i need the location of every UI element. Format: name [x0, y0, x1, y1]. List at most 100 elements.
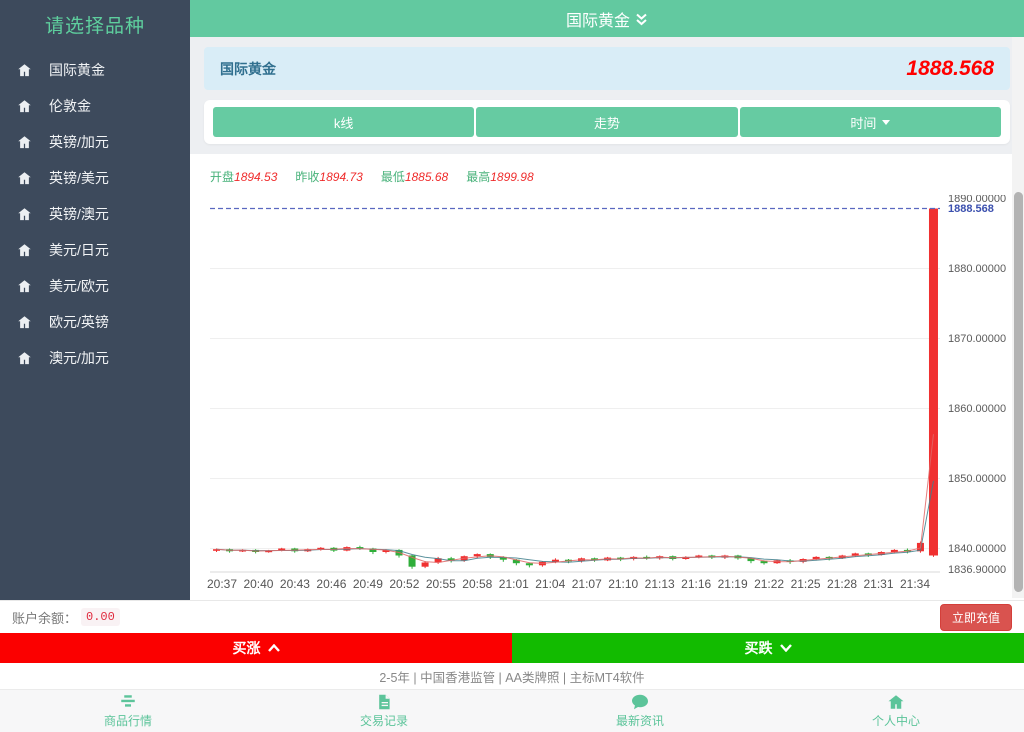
ohlc-row: 开盘1894.53 昨收1894.73 最低1885.68 最高1899.98	[190, 154, 1024, 185]
sidebar: 请选择品种 国际黄金 伦敦金 英镑/加元 英镑/美元 英镑/澳元	[0, 0, 190, 600]
y-axis-label: 1836.90000	[948, 564, 1006, 573]
nav-label: 交易记录	[360, 712, 408, 729]
buy-up-button[interactable]: 买涨	[0, 633, 512, 663]
sidebar-item-label: 美元/欧元	[49, 276, 109, 296]
x-axis-label: 21:13	[645, 577, 675, 591]
x-axis-label: 21:25	[791, 577, 821, 591]
chart-tabs: k线 走势 时间	[204, 100, 1010, 144]
x-axis-label: 20:52	[389, 577, 419, 591]
home-icon	[17, 135, 32, 150]
nav-item-news[interactable]: 最新资讯	[512, 690, 768, 732]
account-balance: 账户余额： 0.00	[12, 608, 120, 627]
chat-bubble-icon	[631, 694, 649, 710]
candle	[929, 209, 938, 556]
ohlc-open: 开盘1894.53	[210, 168, 277, 185]
ohlc-low: 最低1885.68	[381, 168, 448, 185]
nav-label: 个人中心	[872, 712, 920, 729]
candle	[526, 563, 533, 565]
tab-label: 时间	[850, 113, 876, 132]
tab-time-dropdown[interactable]: 时间	[740, 107, 1001, 137]
chart-plot	[210, 195, 940, 573]
sidebar-item-eurgbp[interactable]: 欧元/英镑	[0, 304, 190, 340]
x-axis-label: 20:40	[243, 577, 273, 591]
x-axis-label: 20:49	[353, 577, 383, 591]
ohlc-high: 最高1899.98	[466, 168, 533, 185]
y-axis-label: 1860.00000	[948, 403, 1006, 415]
nav-label: 最新资讯	[616, 712, 664, 729]
chevron-down-icon	[780, 644, 792, 652]
home-icon	[17, 63, 32, 78]
candle	[422, 563, 429, 567]
home-icon	[17, 243, 32, 258]
home-icon	[887, 694, 905, 710]
market-bars-icon	[119, 694, 137, 710]
buy-down-label: 买跌	[745, 638, 773, 658]
chevron-up-icon	[268, 644, 280, 652]
home-icon	[17, 171, 32, 186]
home-icon	[17, 207, 32, 222]
sidebar-item-gold-intl[interactable]: 国际黄金	[0, 52, 190, 88]
balance-value: 0.00	[81, 608, 120, 626]
sidebar-item-label: 英镑/加元	[49, 132, 109, 152]
sidebar-item-label: 英镑/美元	[49, 168, 109, 188]
quote-price: 1888.568	[906, 57, 994, 81]
sidebar-item-audcad[interactable]: 澳元/加元	[0, 340, 190, 376]
chevron-double-down-icon	[635, 12, 648, 26]
sidebar-item-label: 澳元/加元	[49, 348, 109, 368]
x-axis-label: 21:34	[900, 577, 930, 591]
y-axis-label: 1840.00000	[948, 543, 1006, 555]
sidebar-item-usdeur[interactable]: 美元/欧元	[0, 268, 190, 304]
sidebar-item-label: 美元/日元	[49, 240, 109, 260]
x-axis-label: 20:37	[207, 577, 237, 591]
main-content: 国际黄金 1888.568 k线 走势 时间 开盘1894.53 昨收1894.…	[190, 37, 1024, 600]
home-icon	[17, 279, 32, 294]
sidebar-item-label: 英镑/澳元	[49, 204, 109, 224]
home-icon	[17, 99, 32, 114]
top-header: 国际黄金	[190, 0, 1024, 37]
balance-row: 账户余额： 0.00 立即充值	[0, 600, 1024, 633]
document-icon	[375, 694, 393, 710]
buy-up-label: 买涨	[233, 638, 261, 658]
y-axis-label: 1850.00000	[948, 473, 1006, 485]
tab-label: k线	[334, 113, 354, 132]
nav-item-market[interactable]: 商品行情	[0, 690, 256, 732]
nav-item-trade-records[interactable]: 交易记录	[256, 690, 512, 732]
scrollbar-thumb[interactable]	[1014, 192, 1023, 592]
quote-bar: 国际黄金 1888.568	[204, 47, 1010, 90]
home-icon	[17, 351, 32, 366]
tab-trend[interactable]: 走势	[476, 107, 737, 137]
x-axis-label: 21:07	[572, 577, 602, 591]
tab-kline[interactable]: k线	[213, 107, 474, 137]
symbol-selector[interactable]: 国际黄金	[566, 7, 648, 31]
x-axis-label: 21:10	[608, 577, 638, 591]
buy-down-button[interactable]: 买跌	[512, 633, 1024, 663]
trading-app: 请选择品种 国际黄金 伦敦金 英镑/加元 英镑/美元 英镑/澳元	[0, 0, 1024, 732]
balance-label: 账户余额：	[12, 608, 77, 627]
symbol-title: 国际黄金	[566, 7, 630, 31]
trade-buttons: 买涨 买跌	[0, 633, 1024, 663]
x-axis-label: 21:31	[864, 577, 894, 591]
x-axis-label: 21:19	[718, 577, 748, 591]
tab-label: 走势	[594, 113, 620, 132]
scrollbar-track	[1012, 37, 1024, 598]
x-axis-label: 20:43	[280, 577, 310, 591]
sidebar-title: 请选择品种	[0, 0, 190, 52]
y-axis-label: 1870.00000	[948, 333, 1006, 345]
sidebar-item-gbpaud[interactable]: 英镑/澳元	[0, 196, 190, 232]
quote-symbol: 国际黄金	[220, 59, 276, 79]
regulation-footer: 2-5年 | 中国香港监管 | AA类牌照 | 主标MT4软件	[0, 663, 1024, 689]
y-axis: 1890.000001880.000001870.000001860.00000…	[945, 195, 1019, 573]
nav-item-profile[interactable]: 个人中心	[768, 690, 1024, 732]
sidebar-item-london-gold[interactable]: 伦敦金	[0, 88, 190, 124]
x-axis-label: 21:01	[499, 577, 529, 591]
x-axis-label: 21:16	[681, 577, 711, 591]
sidebar-item-gbpcad[interactable]: 英镑/加元	[0, 124, 190, 160]
sidebar-item-usdjpy[interactable]: 美元/日元	[0, 232, 190, 268]
candle	[474, 554, 481, 556]
candlestick-chart: 1890.000001880.000001870.000001860.00000…	[190, 195, 1024, 597]
recharge-button[interactable]: 立即充值	[940, 604, 1012, 631]
ohlc-prev-close: 昨收1894.73	[295, 168, 362, 185]
caret-down-icon	[882, 120, 890, 125]
bottom-nav: 商品行情 交易记录 最新资讯 个人中心	[0, 689, 1024, 732]
sidebar-item-gbpusd[interactable]: 英镑/美元	[0, 160, 190, 196]
